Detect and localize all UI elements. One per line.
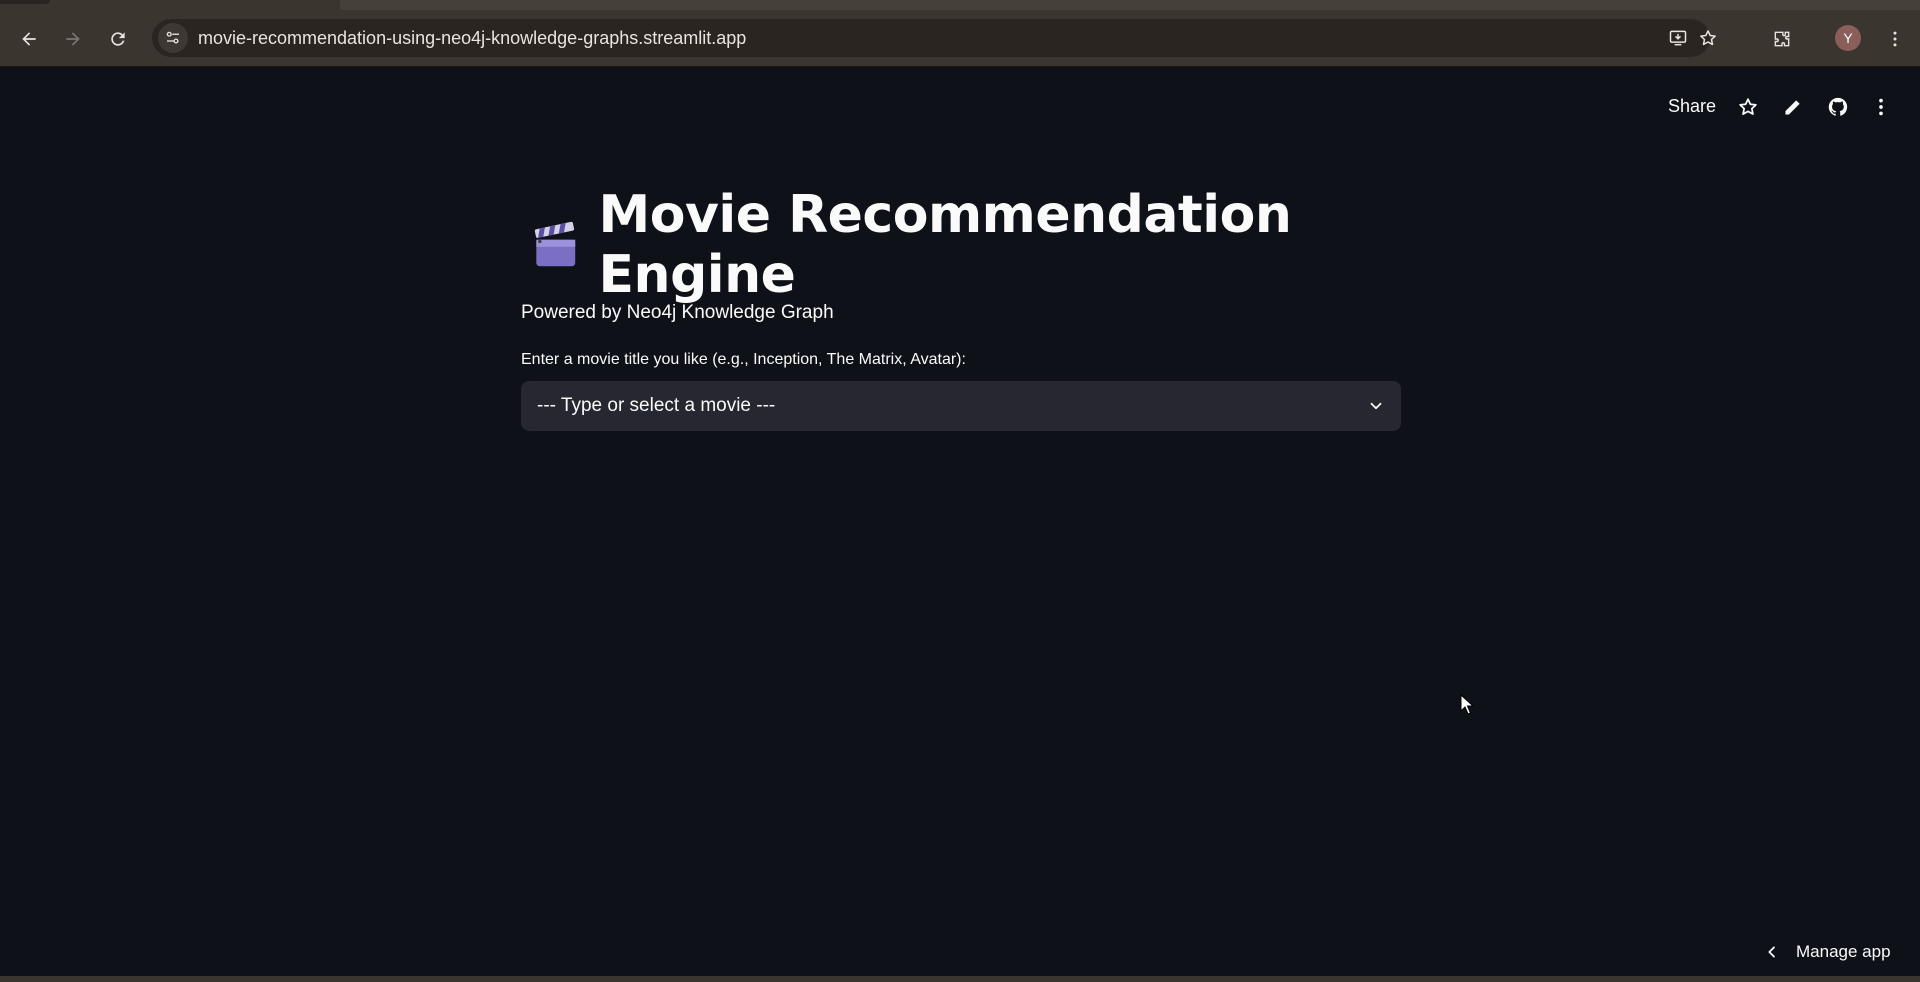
- page-title: Movie Recommendation Engine: [598, 185, 1292, 305]
- browser-toolbar: movie-recommendation-using-neo4j-knowled…: [0, 10, 1920, 67]
- browser-menu-button[interactable]: [1880, 24, 1910, 54]
- chevron-left-icon: [1768, 946, 1775, 958]
- forward-button[interactable]: [58, 24, 88, 54]
- manage-app-label: Manage app: [1796, 942, 1891, 961]
- browser-tab-strip-bg: [340, 0, 1920, 10]
- github-button[interactable]: [1824, 93, 1852, 121]
- main-content: Movie Recommendation Engine Powered by N…: [521, 185, 1401, 431]
- movie-select[interactable]: --- Type or select a movie ---: [521, 381, 1401, 431]
- reload-icon: [111, 32, 125, 46]
- arrow-left-icon: [22, 32, 36, 46]
- star-icon: [1700, 30, 1716, 46]
- puzzle-icon: [1774, 31, 1790, 47]
- more-vertical-icon: [1893, 31, 1897, 47]
- url-text[interactable]: movie-recommendation-using-neo4j-knowled…: [198, 28, 746, 49]
- app-menu-button[interactable]: [1867, 93, 1895, 121]
- clapper-board-icon: [534, 221, 576, 267]
- profile-initial: Y: [1843, 30, 1853, 46]
- profile-avatar[interactable]: Y: [1835, 25, 1861, 51]
- extensions-button[interactable]: [1767, 24, 1797, 54]
- back-button[interactable]: [14, 24, 44, 54]
- install-app-button[interactable]: [1663, 23, 1693, 53]
- address-bar[interactable]: movie-recommendation-using-neo4j-knowled…: [152, 19, 1716, 57]
- install-icon: [1669, 30, 1687, 46]
- share-button[interactable]: Share: [1660, 92, 1724, 121]
- manage-app-button[interactable]: Manage app: [1764, 940, 1891, 964]
- chevron-down-icon: [1370, 402, 1382, 410]
- mouse-cursor-icon: [1460, 694, 1474, 715]
- favorite-button[interactable]: [1734, 93, 1762, 121]
- window-bottom-edge: [0, 976, 1920, 982]
- title-row: Movie Recommendation Engine: [521, 185, 1401, 305]
- browser-tab[interactable]: [0, 0, 50, 4]
- more-vertical-icon: [1879, 98, 1883, 116]
- page-subtitle: Powered by Neo4j Knowledge Graph: [521, 302, 834, 323]
- movie-select-label: Enter a movie title you like (e.g., Ince…: [521, 351, 966, 368]
- github-icon: [1828, 97, 1848, 116]
- browser-tab-strip: [0, 0, 1920, 10]
- site-info-button[interactable]: [158, 23, 188, 53]
- reload-button[interactable]: [103, 24, 133, 54]
- movie-select-placeholder: --- Type or select a movie ---: [537, 395, 776, 416]
- star-icon: [1739, 98, 1757, 115]
- bookmark-button[interactable]: [1693, 23, 1723, 53]
- arrow-right-icon: [66, 32, 80, 46]
- tune-icon: [166, 31, 179, 44]
- edit-button[interactable]: [1779, 93, 1807, 121]
- pencil-icon: [1785, 100, 1800, 115]
